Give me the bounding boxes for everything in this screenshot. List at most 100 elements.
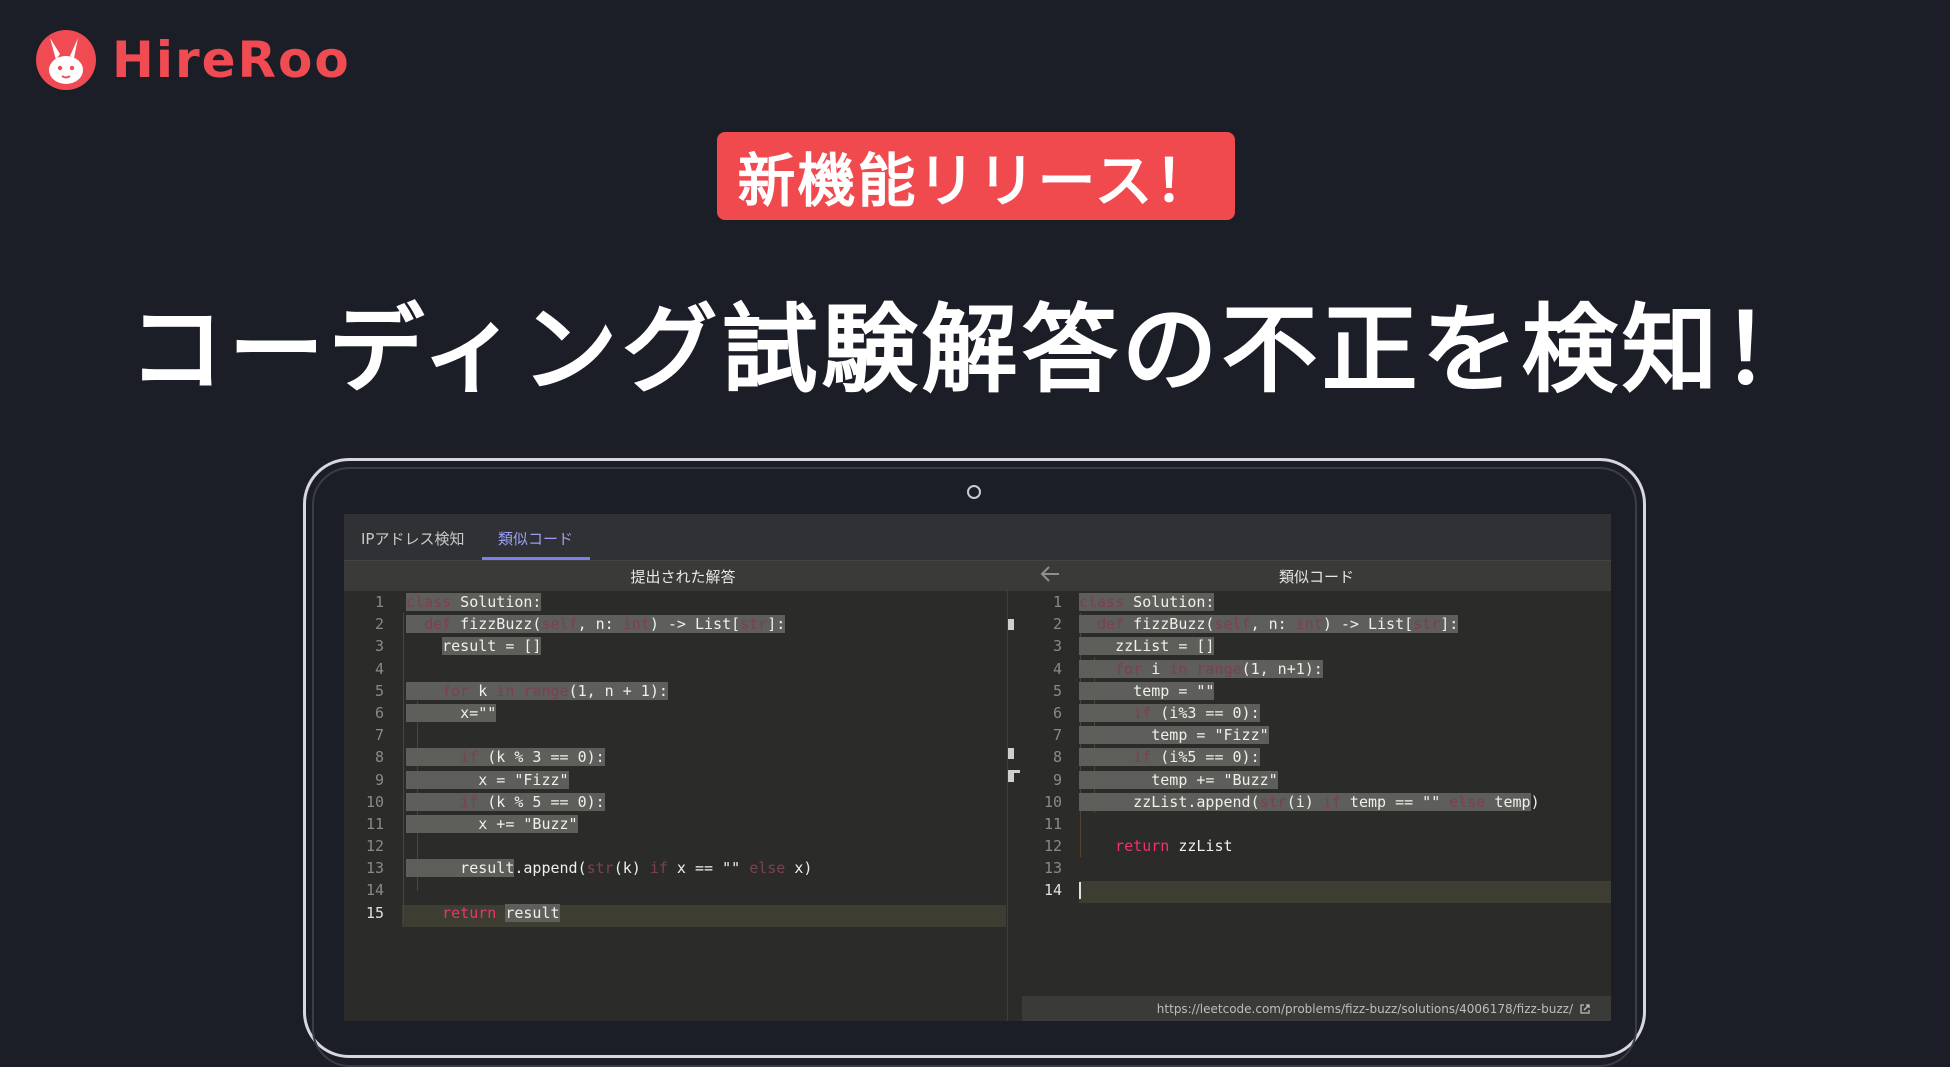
- left-pane-title: 提出された解答: [630, 567, 736, 586]
- tab-ip-detection[interactable]: IPアドレス検知: [361, 528, 464, 549]
- code-text: result = []: [442, 637, 542, 656]
- code-text: zzList = []: [1079, 637, 1215, 656]
- line-number: 4: [374, 659, 384, 678]
- code-text: x="": [406, 703, 497, 722]
- text-cursor: [1079, 882, 1081, 900]
- code-text: if (k % 5 == 0):: [406, 791, 605, 813]
- code-text: for i in range(1, n+1):: [1079, 658, 1323, 680]
- right-pane-title: 類似コード: [1278, 567, 1354, 586]
- code-line: 13: [1022, 857, 1611, 879]
- line-number: 9: [1052, 770, 1062, 789]
- minimap-marker: [1008, 619, 1014, 630]
- line-number: 13: [1043, 859, 1062, 878]
- arrow-left-icon[interactable]: [1039, 564, 1061, 589]
- code-text: temp += "Buzz": [1079, 770, 1278, 789]
- code-line: 3 zzList = []: [1022, 635, 1611, 657]
- code-line: 4 for i in range(1, n+1):: [1022, 658, 1611, 680]
- code-line: 6 if (i%3 == 0):: [1022, 702, 1611, 724]
- tab-bar: IPアドレス検知 類似コード: [344, 514, 1611, 561]
- line-number: 3: [374, 637, 384, 656]
- app-screen: IPアドレス検知 類似コード 提出された解答 類似コード 1 class Solu…: [344, 514, 1611, 1021]
- line-number: 1: [1052, 593, 1062, 611]
- line-number: 8: [374, 748, 384, 767]
- line-number: 11: [1043, 814, 1062, 833]
- right-pane-header: 類似コード: [1022, 561, 1611, 591]
- line-number: 2: [374, 615, 384, 634]
- code-line: 12: [344, 835, 1006, 857]
- line-number: 12: [365, 837, 384, 856]
- line-number: 7: [1052, 726, 1062, 745]
- code-text: def fizzBuzz(self, n: int) -> List[str]:: [1079, 613, 1459, 635]
- release-badge: 新機能リリース！: [717, 132, 1235, 220]
- code-line: 9 x = "Fizz": [344, 769, 1006, 791]
- line-number: 12: [1043, 837, 1062, 856]
- code-text: temp = "": [1079, 681, 1215, 700]
- code-text: x = "Fizz": [406, 770, 569, 789]
- headline: コーディング試験解答の不正を検知！: [128, 294, 1822, 406]
- code-text: x += "Buzz": [406, 814, 578, 833]
- line-number: 14: [1043, 881, 1062, 900]
- line-number: 2: [1052, 615, 1062, 634]
- line-number: 7: [374, 726, 384, 745]
- code-line: 14: [344, 879, 1006, 901]
- code-line: 1 class Solution:: [1022, 591, 1611, 613]
- code-line: 13 result.append(str(k) if x == "" else …: [344, 857, 1006, 879]
- code-line: 14: [1022, 879, 1611, 901]
- code-text: def fizzBuzz(self, n: int) -> List[str]:: [406, 613, 786, 635]
- tab-similar-code[interactable]: 類似コード: [498, 528, 573, 549]
- brand-name: HireRoo: [112, 31, 351, 89]
- line-number: 14: [365, 881, 384, 900]
- similar-code-editor[interactable]: 1 class Solution: 2 def fizzBuzz(self, n:…: [1022, 591, 1611, 902]
- code-line: 9 temp += "Buzz": [1022, 769, 1611, 791]
- code-text: if (i%3 == 0):: [1079, 702, 1260, 724]
- pane-divider: [1007, 591, 1008, 1021]
- brand-logo: HireRoo: [36, 28, 351, 92]
- code-text: for k in range(1, n + 1):: [406, 680, 668, 702]
- submitted-code-editor[interactable]: 1 class Solution: 2 def fizzBuzz(self, n:…: [344, 591, 1006, 924]
- code-line: 5 for k in range(1, n + 1):: [344, 680, 1006, 702]
- code-line: 7 temp = "Fizz": [1022, 724, 1611, 746]
- line-number: 13: [365, 859, 384, 878]
- line-number: 15: [365, 903, 384, 922]
- line-number: 1: [374, 593, 384, 611]
- line-number: 6: [1052, 703, 1062, 722]
- code-line: 8 if (i%5 == 0):: [1022, 746, 1611, 768]
- code-line: 11 x += "Buzz": [344, 813, 1006, 835]
- code-line: 2 def fizzBuzz(self, n: int) -> List[str…: [344, 613, 1006, 635]
- code-text: if (i%5 == 0):: [1079, 746, 1260, 768]
- active-tab-indicator: [482, 557, 590, 560]
- external-link-icon[interactable]: [1579, 1003, 1591, 1015]
- line-number: 5: [1052, 681, 1062, 700]
- code-line: 2 def fizzBuzz(self, n: int) -> List[str…: [1022, 613, 1611, 635]
- code-text: return zzList: [1115, 837, 1233, 856]
- line-number: 10: [365, 792, 384, 811]
- code-line: 7: [344, 724, 1006, 746]
- minimap-marker: [1008, 748, 1014, 759]
- line-number: 6: [374, 703, 384, 722]
- kangaroo-icon: [36, 30, 96, 90]
- camera-icon: [967, 485, 981, 499]
- line-number: 10: [1043, 792, 1062, 811]
- code-line: 4: [344, 658, 1006, 680]
- source-url-bar: https://leetcode.com/problems/fizz-buzz/…: [1022, 996, 1611, 1021]
- code-text: if (k % 3 == 0):: [406, 746, 605, 768]
- line-number: 4: [1052, 659, 1062, 678]
- code-text: class Solution:: [406, 593, 542, 611]
- code-line: 6 x="": [344, 702, 1006, 724]
- minimap-marker: [1008, 770, 1020, 773]
- code-line: 1 class Solution:: [344, 591, 1006, 613]
- code-line: 5 temp = "": [1022, 680, 1611, 702]
- line-number: 9: [374, 770, 384, 789]
- code-line: 10 zzList.append(str(i) if temp == "" el…: [1022, 791, 1611, 813]
- code-line: 11: [1022, 813, 1611, 835]
- code-line: 10 if (k % 5 == 0):: [344, 791, 1006, 813]
- code-text: return result: [442, 903, 560, 922]
- code-line: 8 if (k % 3 == 0):: [344, 746, 1006, 768]
- left-pane-header: 提出された解答: [344, 561, 1022, 591]
- code-text: zzList.append(str(i) if temp == "" else …: [1079, 792, 1540, 811]
- line-number: 8: [1052, 748, 1062, 767]
- source-url-link[interactable]: https://leetcode.com/problems/fizz-buzz/…: [1157, 1002, 1573, 1016]
- code-text: class Solution:: [1079, 593, 1215, 611]
- code-line: 12 return zzList: [1022, 835, 1611, 857]
- code-text: result.append(str(k) if x == "" else x): [406, 859, 813, 878]
